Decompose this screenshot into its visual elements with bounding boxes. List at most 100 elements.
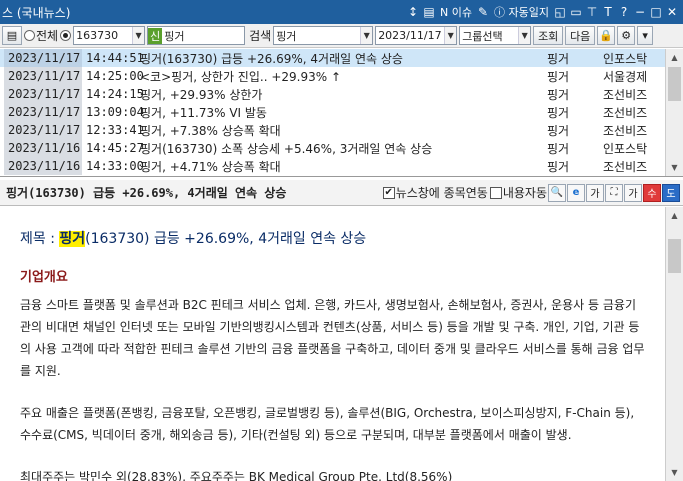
- close-icon[interactable]: ✕: [665, 4, 679, 20]
- pin2-icon[interactable]: ⊤: [585, 4, 599, 20]
- list-icon[interactable]: ▤: [2, 26, 22, 45]
- radio-stock-circle[interactable]: [60, 30, 72, 41]
- table-row[interactable]: 2023/11/17 14:24:15 핑거, +29.93% 상한가 핑거 조선비즈: [0, 85, 683, 103]
- link-checkbox-label: 뉴스창에 종목연동: [395, 186, 488, 200]
- search-label: 검색: [249, 29, 272, 43]
- row-date: 2023/11/17: [4, 103, 82, 121]
- row-date: 2023/11/17: [4, 49, 82, 67]
- stock-code-value: 163730: [76, 29, 119, 42]
- date-value: 2023/11/17: [378, 29, 442, 42]
- row-headline: 핑거(163730) 급등 +26.69%, 4거래일 연속 상승: [140, 51, 403, 66]
- window-icon[interactable]: ▭: [569, 4, 583, 20]
- row-source: 인포스탁: [603, 141, 648, 156]
- title-bar: 스 (국내뉴스) ↕ ▤ N 이슈 ✎ ⓘ 자동일지 ◱ ▭ ⊤ T? − □ ✕: [0, 0, 683, 24]
- row-stock: 핑거: [547, 105, 570, 120]
- table-row[interactable]: 2023/11/17 14:44:51 핑거(163730) 급등 +26.69%,…: [0, 49, 683, 67]
- scroll-up-icon[interactable]: ▲: [666, 207, 683, 224]
- scroll-down-icon[interactable]: ▼: [666, 159, 683, 176]
- zoom-icon[interactable]: 🔍: [548, 183, 566, 202]
- section-title: 기업개요: [20, 270, 68, 285]
- row-date: 2023/11/17: [4, 67, 82, 85]
- news-rows: 2023/11/17 14:44:51 핑거(163730) 급등 +26.69%,…: [0, 49, 683, 175]
- table-row[interactable]: 2023/11/16 14:45:27 핑거(163730) 소폭 상승세 +5.4…: [0, 139, 683, 157]
- table-row[interactable]: 2023/11/16 14:33:00 핑거, +4.71% 상승폭 확대 핑거 조선비…: [0, 157, 683, 175]
- radio-stock[interactable]: [60, 30, 72, 41]
- next-button[interactable]: 다음: [565, 26, 596, 45]
- row-stock: 핑거: [547, 51, 570, 66]
- row-source: 인포스탁: [603, 51, 648, 66]
- auto-checkbox-label: 내용자동: [502, 186, 547, 200]
- radio-all-circle[interactable]: [24, 30, 35, 41]
- font-small-button[interactable]: 가: [586, 183, 604, 202]
- date-field[interactable]: 2023/11/17 ▼: [375, 26, 458, 45]
- link-checkbox[interactable]: ✔ 뉴스창에 종목연동: [382, 184, 488, 201]
- row-time: 12:33:41: [86, 123, 144, 137]
- stock-code-field[interactable]: 163730 ▼: [73, 26, 146, 45]
- chevron-down-icon[interactable]: ▼: [360, 27, 373, 44]
- gear-icon[interactable]: ⚙: [617, 26, 636, 45]
- row-source: 서울경제: [603, 69, 648, 84]
- row-time: 14:24:15: [86, 87, 144, 101]
- save-button[interactable]: 도: [662, 183, 680, 202]
- expand-icon[interactable]: ▾: [637, 26, 654, 45]
- chevron-down-icon[interactable]: ▼: [518, 27, 531, 44]
- font-big-button[interactable]: 가: [624, 183, 642, 202]
- row-time: 14:25:00: [86, 69, 144, 83]
- row-stock: 핑거: [547, 159, 570, 174]
- edit-button[interactable]: 수: [643, 183, 661, 202]
- table-row[interactable]: 2023/11/17 13:09:04 핑거, +11.73% VI 발동 핑거 조선비…: [0, 103, 683, 121]
- scroll-thumb[interactable]: [668, 67, 681, 101]
- stock-name-value: 핑거: [164, 29, 185, 43]
- table-row[interactable]: 2023/11/17 14:25:00 <코>핑거, 상한가 진입.. +29.93…: [0, 67, 683, 85]
- row-stock: 핑거: [547, 123, 570, 138]
- group-select-value: 그룹선택: [462, 29, 503, 43]
- query-button[interactable]: 조회: [533, 26, 564, 45]
- article-paragraph-3: 최대주주는 박민수 외(28.83%), 주요주주는 BK Medical Gr…: [20, 470, 453, 481]
- row-source: 조선비즈: [603, 123, 648, 138]
- lock-icon[interactable]: 🔒: [597, 26, 616, 45]
- article-body: 제목 : 핑거(163730) 급등 +26.69%, 4거래일 연속 상승 기…: [0, 207, 665, 481]
- article-paragraph-2: 주요 매출은 플랫폼(폰뱅킹, 금융포탈, 오픈뱅킹, 글로벌뱅킹 등), 솔루…: [20, 406, 635, 442]
- calendar-icon[interactable]: ✎: [476, 4, 490, 20]
- table-row[interactable]: 2023/11/17 12:33:41 핑거, +7.38% 상승폭 확대 핑거 조선비…: [0, 121, 683, 139]
- auto-log-label[interactable]: ⓘ 자동일지: [492, 4, 551, 20]
- layout-icon[interactable]: ◱: [553, 4, 567, 20]
- row-source: 조선비즈: [603, 105, 648, 120]
- checkbox-box[interactable]: [489, 186, 502, 199]
- search-input[interactable]: 핑거 ▼: [273, 26, 374, 45]
- row-headline: 핑거(163730) 소폭 상승세 +5.46%, 3거래일 연속 상승: [140, 141, 433, 156]
- pin-icon[interactable]: ↕: [406, 4, 420, 20]
- group-select[interactable]: 그룹선택 ▼: [459, 26, 532, 45]
- chevron-down-icon[interactable]: ▼: [132, 27, 145, 44]
- scroll-thumb[interactable]: [668, 239, 681, 273]
- fit-icon[interactable]: ⛶: [605, 183, 623, 202]
- scroll-up-icon[interactable]: ▲: [666, 49, 683, 66]
- row-headline: 핑거, +4.71% 상승폭 확대: [140, 159, 281, 174]
- check-icon[interactable]: ✔: [382, 186, 395, 199]
- article-scrollbar[interactable]: ▲ ▼: [665, 207, 683, 481]
- row-source: 조선비즈: [603, 159, 648, 174]
- row-time: 14:45:27: [86, 141, 144, 155]
- news-list-scrollbar[interactable]: ▲ ▼: [665, 49, 683, 176]
- minimize-icon[interactable]: −: [633, 4, 647, 20]
- auto-checkbox[interactable]: 내용자동: [489, 184, 547, 201]
- radio-all-label: 전체: [36, 29, 59, 43]
- issue-label[interactable]: N 이슈: [438, 4, 474, 20]
- row-time: 14:33:00: [86, 159, 144, 173]
- radio-all[interactable]: 전체: [24, 27, 58, 44]
- browser-icon[interactable]: e: [567, 183, 585, 202]
- news-list: 2023/11/17 14:44:51 핑거(163730) 급등 +26.69%,…: [0, 49, 683, 177]
- help-icon[interactable]: ?: [617, 4, 631, 20]
- subject-rest: (163730) 급등 +26.69%, 4거래일 연속 상승: [85, 231, 367, 247]
- row-date: 2023/11/16: [4, 157, 82, 175]
- maximize-icon[interactable]: □: [649, 4, 663, 20]
- row-time: 13:09:04: [86, 105, 144, 119]
- row-date: 2023/11/17: [4, 121, 82, 139]
- stock-name-field[interactable]: 신 핑거: [147, 26, 246, 45]
- font-icon[interactable]: T: [601, 4, 615, 20]
- row-date: 2023/11/17: [4, 85, 82, 103]
- page-icon[interactable]: ▤: [422, 4, 436, 20]
- window-title: 스 (국내뉴스): [2, 5, 71, 20]
- chevron-down-icon[interactable]: ▼: [444, 27, 457, 44]
- scroll-down-icon[interactable]: ▼: [666, 464, 683, 481]
